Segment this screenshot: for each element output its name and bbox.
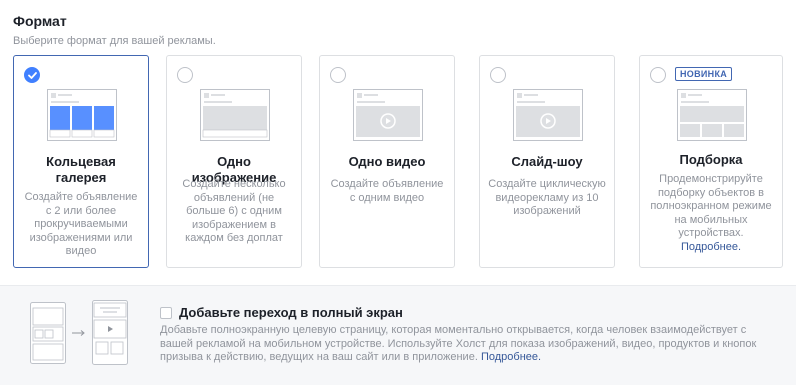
collection-preview-icon	[677, 89, 747, 141]
format-section-header: Формат Выберите формат для вашей рекламы…	[13, 12, 216, 48]
card-description: Создайте объявление с одним видео	[330, 178, 444, 204]
card-title: Слайд-шоу	[511, 154, 583, 169]
format-card-carousel[interactable]: Кольцевая галерея Создайте объявление с …	[13, 55, 149, 268]
card-description: Продемонстрируйте подборку объектов в по…	[648, 173, 774, 254]
format-card-single-image[interactable]: Одно изображение Создайте несколько объя…	[166, 55, 302, 268]
fullscreen-section: Добавьте переход в полный экран Добавьте…	[0, 285, 796, 385]
fullscreen-learn-more-link[interactable]: Подробнее.	[481, 351, 541, 363]
radio-single-image[interactable]	[177, 67, 193, 83]
radio-collection[interactable]	[650, 67, 666, 83]
card-description-text: Продемонстрируйте подборку объектов в по…	[650, 173, 772, 239]
fullscreen-checkbox[interactable]	[160, 307, 172, 319]
learn-more-link[interactable]: Подробнее.	[681, 241, 741, 253]
card-title: Подборка	[679, 152, 743, 167]
format-options: Кольцевая галерея Создайте объявление с …	[13, 55, 783, 268]
card-description: Создайте объявление с 2 или более прокру…	[24, 191, 138, 257]
format-card-single-video[interactable]: Одно видео Создайте объявление с одним в…	[319, 55, 455, 268]
new-badge: НОВИНКА	[675, 67, 733, 81]
radio-single-video[interactable]	[330, 67, 346, 83]
carousel-preview-icon	[47, 89, 117, 141]
radio-carousel[interactable]	[24, 67, 40, 83]
page-title: Формат	[13, 13, 67, 29]
format-card-slideshow[interactable]: Слайд-шоу Создайте циклическую видеорекл…	[479, 55, 615, 268]
fullscreen-description: Добавьте полноэкранную целевую страницу,…	[160, 324, 780, 365]
format-card-collection[interactable]: НОВИНКА Подборка Продемонстрируйте подбо…	[639, 55, 783, 268]
card-title: Кольцевая галерея	[46, 154, 116, 185]
card-description: Создайте циклическую видеорекламу из 10 …	[488, 178, 606, 217]
checkmark-icon	[28, 72, 37, 79]
fullscreen-description-text: Добавьте полноэкранную целевую страницу,…	[160, 324, 757, 363]
card-title: Одно видео	[348, 154, 426, 169]
card-description: Создайте несколько объявлений (не больше…	[182, 178, 286, 244]
page-subtitle: Выберите формат для вашей рекламы.	[13, 35, 216, 47]
fullscreen-transition-illustration	[30, 300, 128, 365]
fullscreen-title[interactable]: Добавьте переход в полный экран	[179, 305, 403, 321]
radio-slideshow[interactable]	[490, 67, 506, 83]
single-image-preview-icon	[200, 89, 270, 141]
video-preview-icon	[353, 89, 423, 141]
slideshow-preview-icon	[513, 89, 583, 141]
